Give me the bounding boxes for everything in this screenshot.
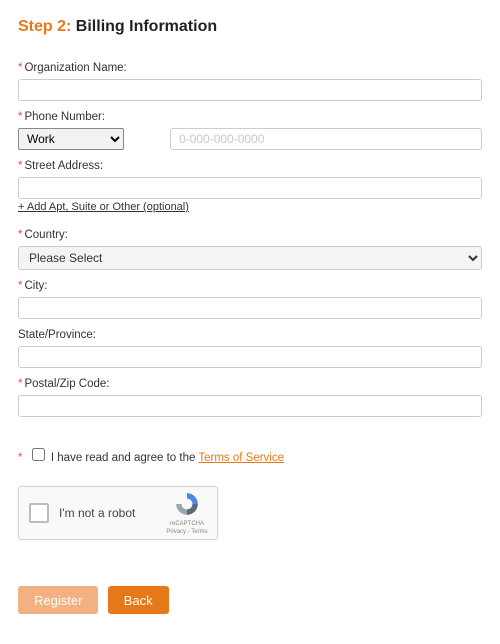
- country-select[interactable]: Please Select: [18, 246, 482, 270]
- recaptcha-icon: [174, 491, 200, 517]
- state-label: State/Province:: [18, 329, 482, 341]
- button-row: Register Back: [18, 586, 482, 614]
- street-label: *Street Address:: [18, 160, 482, 172]
- recaptcha-privacy-terms: Privacy - Terms: [165, 529, 209, 536]
- field-organization: *Organization Name:: [18, 62, 482, 101]
- city-label: *City:: [18, 280, 482, 292]
- state-input[interactable]: [18, 346, 482, 368]
- terms-row: * I have read and agree to the Terms of …: [18, 445, 482, 464]
- phone-label: *Phone Number:: [18, 111, 482, 123]
- organization-label: *Organization Name:: [18, 62, 482, 74]
- postal-input[interactable]: [18, 395, 482, 417]
- field-country: *Country: Please Select: [18, 229, 482, 270]
- recaptcha-checkbox[interactable]: [29, 503, 49, 523]
- step-prefix: Step 2:: [18, 18, 71, 35]
- street-input[interactable]: [18, 177, 482, 199]
- recaptcha-widget[interactable]: I'm not a robot reCAPTCHA Privacy - Term…: [18, 486, 218, 540]
- terms-text: I have read and agree to the: [51, 452, 198, 464]
- add-apt-link[interactable]: + Add Apt, Suite or Other (optional): [18, 201, 189, 213]
- step-heading: Step 2: Billing Information: [18, 18, 482, 36]
- field-street: *Street Address: + Add Apt, Suite or Oth…: [18, 160, 482, 219]
- field-phone: *Phone Number: Work: [18, 111, 482, 150]
- country-label: *Country:: [18, 229, 482, 241]
- recaptcha-label: I'm not a robot: [59, 506, 165, 520]
- terms-checkbox[interactable]: [32, 448, 45, 461]
- recaptcha-brand-block: reCAPTCHA Privacy - Terms: [165, 491, 209, 535]
- city-input[interactable]: [18, 297, 482, 319]
- terms-link[interactable]: Terms of Service: [198, 452, 284, 464]
- recaptcha-brand: reCAPTCHA: [165, 521, 209, 528]
- phone-number-input[interactable]: [170, 128, 482, 150]
- phone-type-select[interactable]: Work: [18, 128, 124, 150]
- field-city: *City:: [18, 280, 482, 319]
- field-state: State/Province:: [18, 329, 482, 368]
- field-postal: *Postal/Zip Code:: [18, 378, 482, 417]
- postal-label: *Postal/Zip Code:: [18, 378, 482, 390]
- register-button[interactable]: Register: [18, 586, 98, 614]
- back-button[interactable]: Back: [108, 586, 169, 614]
- organization-input[interactable]: [18, 79, 482, 101]
- step-title: Billing Information: [76, 18, 217, 35]
